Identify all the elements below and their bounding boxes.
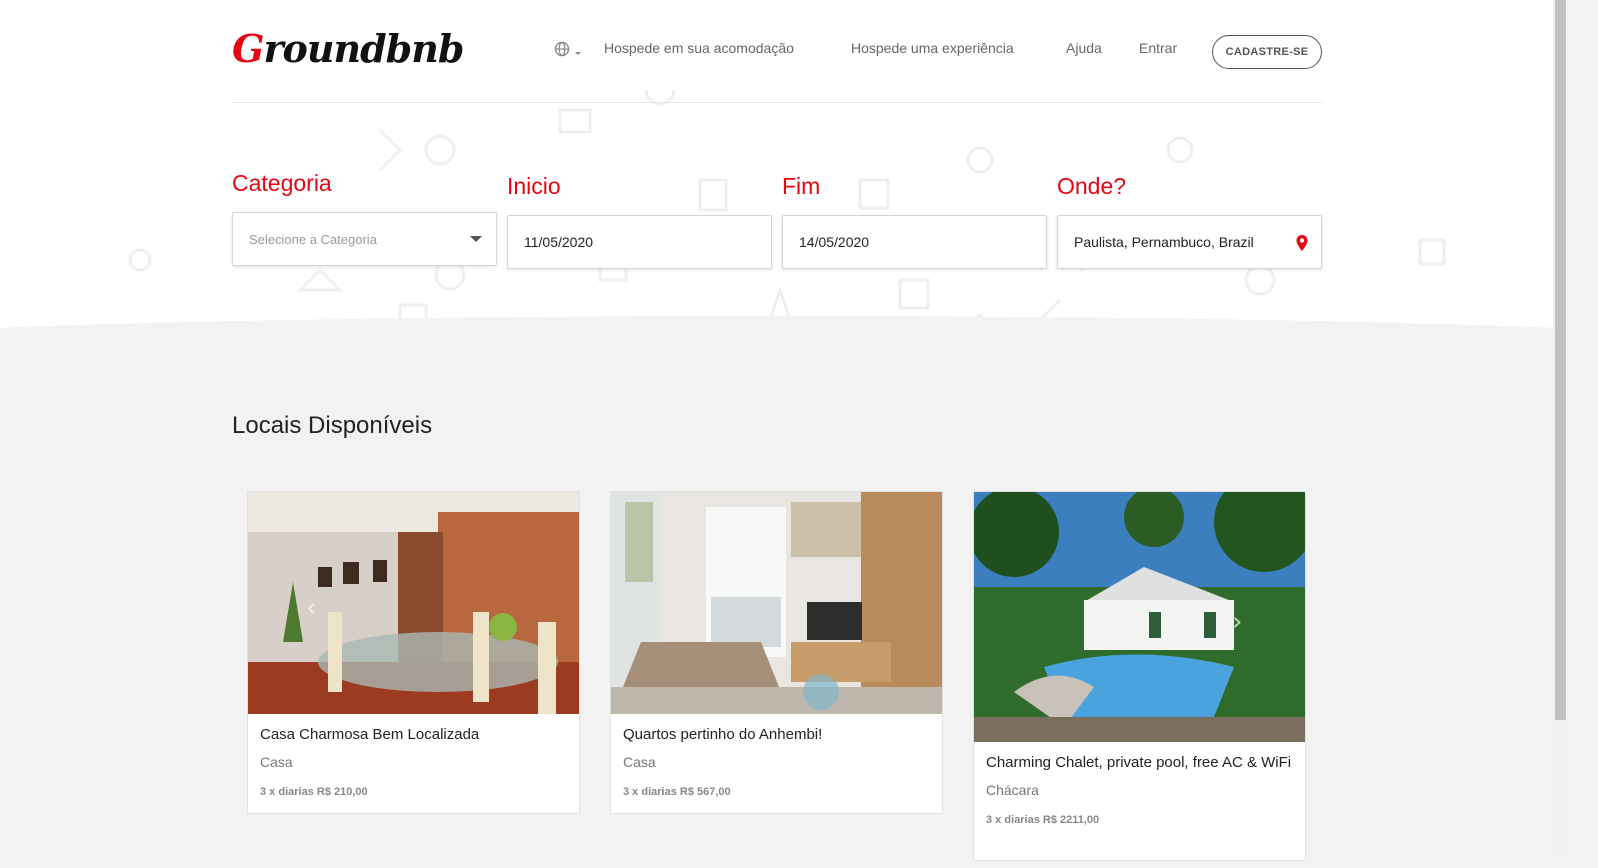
nav-host-experience[interactable]: Hospede uma experiência [851,40,1014,56]
scrollbar[interactable] [1553,0,1568,852]
section-title: Locais Disponíveis [232,412,433,439]
listing-category: Casa [623,754,656,770]
location-label: Onde? [1057,173,1127,199]
listing-category: Chácara [986,782,1039,798]
category-label: Categoria [232,170,332,196]
hero-curve [0,316,1553,360]
location-input[interactable]: Paulista, Pernambuco, Brazil [1057,215,1322,269]
map-pin-icon [1296,235,1308,251]
header-divider [232,102,1322,103]
listing-photo[interactable]: › [974,492,1305,742]
globe-icon[interactable] [554,40,584,60]
category-placeholder: Selecione a Categoria [249,231,377,247]
scrollbar-thumb[interactable] [1555,0,1566,720]
logo[interactable]: Groundbnb [232,26,464,71]
listing-title[interactable]: Charming Chalet, private pool, free AC &… [974,754,1305,772]
listing-photo[interactable]: ‹ [248,492,579,714]
listing-photo[interactable] [611,492,942,714]
nav-help[interactable]: Ajuda [1066,40,1102,56]
listing-price: 3 x diarias R$ 2211,00 [986,814,1100,826]
listing-category: Casa [260,754,293,770]
category-select[interactable]: Selecione a Categoria [232,212,497,266]
chalet-pool-image [974,492,1305,742]
chevron-down-icon [470,236,482,242]
listing-title[interactable]: Quartos pertinho do Anhembi! [611,726,942,744]
end-date-label: Fim [782,173,821,199]
carousel-prev-icon[interactable]: ‹ [306,593,316,623]
listing-price: 3 x diarias R$ 210,00 [260,786,368,798]
end-date-input[interactable]: 14/05/2020 [782,215,1047,269]
location-value: Paulista, Pernambuco, Brazil [1074,234,1254,250]
living-room-image [611,492,942,714]
nav-login[interactable]: Entrar [1139,40,1177,56]
listing-card[interactable]: › Charming Chalet, private pool, free AC… [973,491,1306,861]
signup-button[interactable]: CADASTRE-SE [1212,35,1322,69]
listing-card[interactable]: Quartos pertinho do Anhembi! Casa 3 x di… [610,491,943,814]
listing-title[interactable]: Casa Charmosa Bem Localizada [248,726,579,744]
listing-price: 3 x diarias R$ 567,00 [623,786,731,798]
carousel-next-icon[interactable]: › [1232,607,1242,637]
start-date-input[interactable]: 11/05/2020 [507,215,772,269]
nav-host-accommodation[interactable]: Hospede em sua acomodação [604,40,794,56]
listing-card[interactable]: ‹ Casa Charmosa Bem Localizada Casa 3 x … [247,491,580,814]
start-date-label: Inicio [507,173,561,199]
dining-room-image [248,492,579,714]
